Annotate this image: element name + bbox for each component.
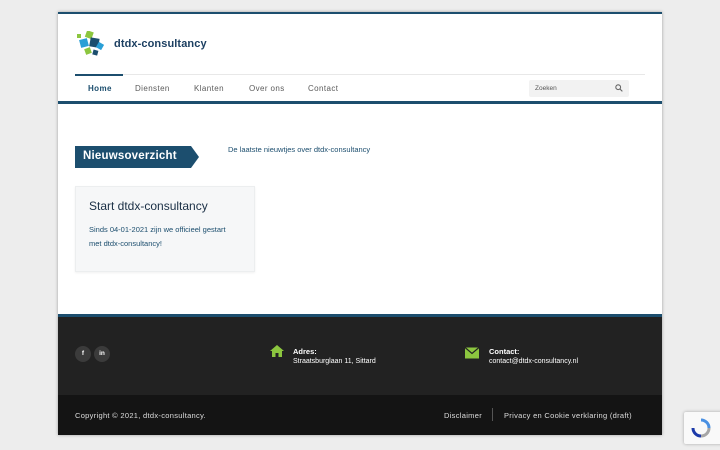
section-description: De laatste nieuwtjes over dtdx-consultan… bbox=[228, 145, 371, 154]
disclaimer-link[interactable]: Disclaimer bbox=[444, 411, 482, 420]
brand-name[interactable]: dtdx-consultancy bbox=[114, 38, 207, 50]
nav-active-indicator bbox=[75, 74, 123, 76]
copyright-text: Copyright © 2021, dtdx-consultancy. bbox=[75, 411, 206, 420]
bottom-bar: Copyright © 2021, dtdx-consultancy. Disc… bbox=[58, 395, 662, 435]
nav-item-klanten[interactable]: Klanten bbox=[194, 84, 224, 93]
news-card-title[interactable]: Start dtdx-consultancy bbox=[89, 199, 208, 213]
search-input[interactable] bbox=[529, 80, 611, 97]
nav-item-over-ons[interactable]: Over ons bbox=[249, 84, 285, 93]
search-box bbox=[529, 80, 629, 97]
search-icon[interactable] bbox=[615, 84, 623, 92]
privacy-link[interactable]: Privacy en Cookie verklaring (draft) bbox=[504, 411, 632, 420]
nav-item-diensten[interactable]: Diensten bbox=[135, 84, 170, 93]
recaptcha-icon bbox=[691, 418, 711, 438]
home-icon bbox=[270, 345, 284, 357]
site-header: dtdx-consultancy bbox=[58, 14, 662, 74]
section-title: Nieuwsoverzicht bbox=[83, 150, 177, 162]
news-card-excerpt: Sinds 04-01-2021 zijn we officieel gesta… bbox=[89, 225, 226, 248]
nav-divider-bar bbox=[58, 101, 662, 104]
site-footer: f in Adres: Straatsburglaan 11, Sittard … bbox=[58, 314, 662, 395]
nav-item-contact[interactable]: Contact bbox=[308, 84, 338, 93]
page-container: dtdx-consultancy Home Diensten Klanten O… bbox=[58, 12, 662, 435]
nav-item-home[interactable]: Home bbox=[88, 84, 112, 93]
contact-email-link[interactable]: contact@dtdx-consultancy.nl bbox=[489, 358, 578, 365]
facebook-icon[interactable]: f bbox=[75, 346, 91, 362]
logo-icon[interactable] bbox=[77, 31, 105, 57]
linkedin-icon[interactable]: in bbox=[94, 346, 110, 362]
news-card[interactable]: Start dtdx-consultancy Sinds 04-01-2021 … bbox=[75, 186, 255, 272]
recaptcha-badge[interactable] bbox=[684, 412, 720, 444]
address-label: Adres: bbox=[293, 347, 317, 356]
link-divider bbox=[492, 408, 493, 421]
address-value: Straatsburglaan 11, Sittard bbox=[293, 358, 376, 365]
envelope-icon bbox=[465, 347, 479, 359]
main-nav: Home Diensten Klanten Over ons Contact bbox=[75, 74, 645, 101]
contact-label: Contact: bbox=[489, 347, 520, 356]
section-title-tag: Nieuwsoverzicht bbox=[75, 146, 199, 168]
